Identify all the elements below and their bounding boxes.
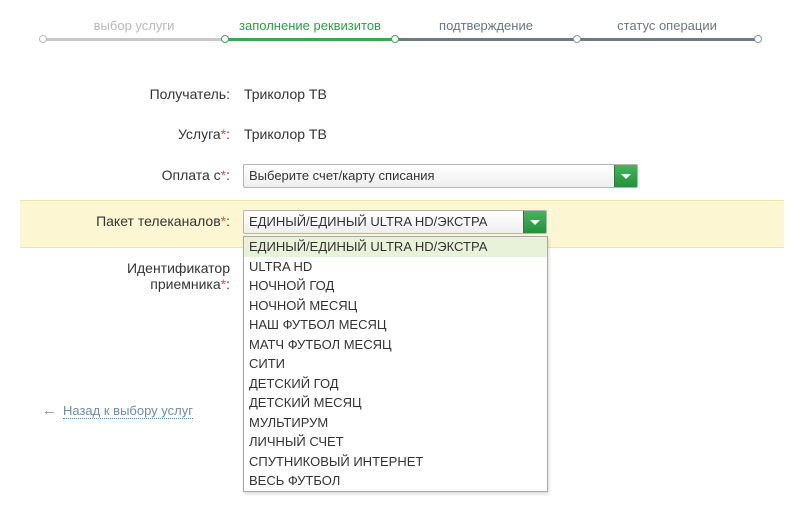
step-fill-details: заполнение реквизитов (239, 18, 381, 33)
recipient-value: Триколор ТВ (244, 86, 327, 102)
arrow-left-icon: ← (42, 402, 57, 419)
package-option[interactable]: МУЛЬТИРУМ (244, 413, 547, 433)
payment-from-label: Оплата с*: (161, 167, 230, 183)
payment-source-selected-text: Выберите счет/карту списания (249, 168, 435, 183)
step-operation-status: статус операции (617, 18, 717, 33)
package-selected-text: ЕДИНЫЙ/ЕДИНЫЙ ULTRA HD/ЭКСТРА (249, 214, 488, 229)
package-option[interactable]: ВЕСЬ ФУТБОЛ (244, 471, 547, 491)
chevron-down-icon[interactable] (614, 165, 637, 187)
package-option[interactable]: ULTRA HD (244, 257, 547, 277)
step-dot-2 (221, 35, 229, 43)
package-label: Пакет телеканалов*: (96, 213, 230, 229)
package-option[interactable]: ЕДИНЫЙ/ЕДИНЫЙ ULTRA HD/ЭКСТРА (244, 237, 547, 257)
step-dot-1 (39, 35, 47, 43)
package-select[interactable]: ЕДИНЫЙ/ЕДИНЫЙ ULTRA HD/ЭКСТРА (243, 210, 547, 234)
service-label: Услуга*: (177, 126, 230, 142)
service-value: Триколор ТВ (244, 126, 327, 142)
progress-stepper: выбор услуги заполнение реквизитов подтв… (0, 0, 800, 50)
recipient-label: Получатель: (149, 86, 230, 102)
package-option[interactable]: ДЕТСКИЙ ГОД (244, 374, 547, 394)
package-option[interactable]: НАШ ФУТБОЛ МЕСЯЦ (244, 315, 547, 335)
package-option[interactable]: НОЧНОЙ МЕСЯЦ (244, 296, 547, 316)
package-option[interactable]: МАТЧ ФУТБОЛ МЕСЯЦ (244, 335, 547, 355)
receiver-id-label: Идентификатор приемника*: (126, 260, 230, 292)
package-option[interactable]: ЛИЧНЫЙ СЧЕТ (244, 432, 547, 452)
package-dropdown-list[interactable]: ЕДИНЫЙ/ЕДИНЫЙ ULTRA HD/ЭКСТРА ULTRA HD Н… (243, 236, 548, 492)
package-option[interactable]: ДЕТСКИЙ МЕСЯЦ (244, 393, 547, 413)
step-dot-4 (573, 35, 581, 43)
package-option[interactable]: НОЧНОЙ ГОД (244, 276, 547, 296)
payment-source-select[interactable]: Выберите счет/карту списания (243, 164, 638, 188)
step-select-service: выбор услуги (93, 18, 175, 33)
step-dot-3 (391, 35, 399, 43)
chevron-down-icon[interactable] (523, 211, 546, 233)
track-segment-active (226, 38, 396, 41)
back-to-services-link[interactable]: ← Назад к выбору услуг (42, 402, 193, 419)
package-option[interactable]: СИТИ (244, 354, 547, 374)
back-link-text[interactable]: Назад к выбору услуг (63, 403, 193, 419)
package-option[interactable]: СПУТНИКОВЫЙ ИНТЕРНЕТ (244, 452, 547, 472)
track-segment-done (44, 38, 226, 41)
step-confirmation: подтверждение (439, 18, 533, 33)
step-dot-5 (754, 35, 762, 43)
